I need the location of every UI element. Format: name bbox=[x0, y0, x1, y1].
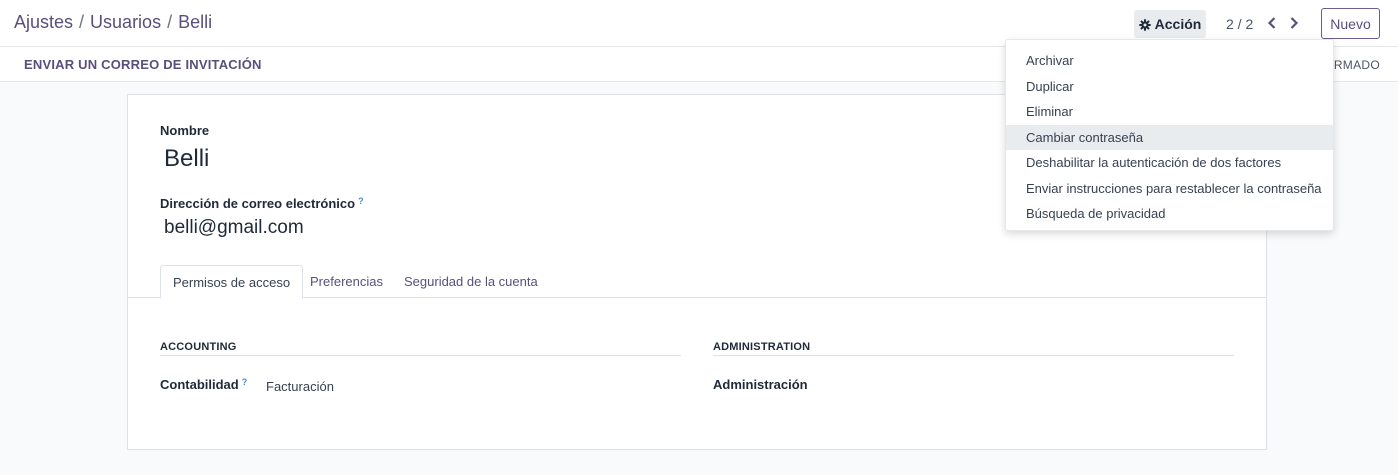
send-invitation-button[interactable]: ENVIAR UN CORREO DE INVITACIÓN bbox=[24, 57, 262, 72]
menu-item-reset-password[interactable]: Enviar instrucciones para restablecer la… bbox=[1006, 176, 1333, 202]
chevron-left-icon[interactable] bbox=[1262, 12, 1282, 34]
group-title-accounting: ACCOUNTING bbox=[160, 341, 237, 353]
pager-value[interactable]: 2 / 2 bbox=[1226, 16, 1253, 32]
email-label-text: Dirección de correo electrónico bbox=[160, 196, 356, 211]
menu-item-archive[interactable]: Archivar bbox=[1006, 48, 1333, 74]
email-field[interactable]: belli@gmail.com bbox=[164, 217, 304, 239]
group-divider bbox=[713, 355, 1234, 356]
gear-icon bbox=[1138, 18, 1151, 31]
menu-item-disable-2fa[interactable]: Deshabilitar la autenticación de dos fac… bbox=[1006, 150, 1333, 176]
tab-preferences[interactable]: Preferencias bbox=[298, 265, 395, 298]
administration-label: Administración bbox=[713, 377, 808, 392]
breadcrumb: Ajustes / Usuarios / Belli bbox=[14, 12, 212, 33]
accounting-label: Contabilidad? bbox=[160, 377, 247, 392]
status-stage[interactable]: IRMADO bbox=[1330, 58, 1380, 72]
name-label: Nombre bbox=[160, 123, 210, 138]
breadcrumb-separator: / bbox=[167, 12, 173, 32]
new-button[interactable]: Nuevo bbox=[1321, 8, 1380, 39]
help-icon[interactable]: ? bbox=[242, 377, 248, 387]
tab-access-rights[interactable]: Permisos de acceso bbox=[160, 265, 304, 299]
accounting-label-text: Contabilidad bbox=[160, 377, 239, 392]
tab-account-security[interactable]: Seguridad de la cuenta bbox=[392, 265, 550, 298]
action-button-label: Acción bbox=[1154, 16, 1202, 32]
menu-item-change-password[interactable]: Cambiar contraseña bbox=[1006, 124, 1333, 150]
accounting-select[interactable]: Facturación bbox=[266, 379, 334, 394]
group-divider bbox=[160, 355, 681, 356]
chevron-right-icon[interactable] bbox=[1284, 12, 1304, 34]
menu-item-duplicate[interactable]: Duplicar bbox=[1006, 74, 1333, 100]
breadcrumb-item-usuarios[interactable]: Usuarios bbox=[90, 12, 161, 33]
action-button[interactable]: Acción bbox=[1134, 10, 1206, 38]
name-field[interactable]: Belli bbox=[164, 145, 209, 173]
help-icon[interactable]: ? bbox=[358, 196, 364, 206]
menu-item-privacy-lookup[interactable]: Búsqueda de privacidad bbox=[1006, 201, 1333, 227]
action-dropdown-menu: Archivar Duplicar Eliminar Cambiar contr… bbox=[1005, 39, 1334, 231]
group-title-administration: ADMINISTRATION bbox=[713, 341, 811, 353]
email-label: Dirección de correo electrónico? bbox=[160, 196, 364, 211]
breadcrumb-separator: / bbox=[79, 12, 85, 32]
breadcrumb-current: Belli bbox=[178, 12, 213, 32]
notebook-tabs: Permisos de acceso Preferencias Segurida… bbox=[128, 265, 1266, 299]
breadcrumb-item-ajustes[interactable]: Ajustes bbox=[14, 12, 73, 33]
menu-item-delete[interactable]: Eliminar bbox=[1006, 99, 1333, 125]
